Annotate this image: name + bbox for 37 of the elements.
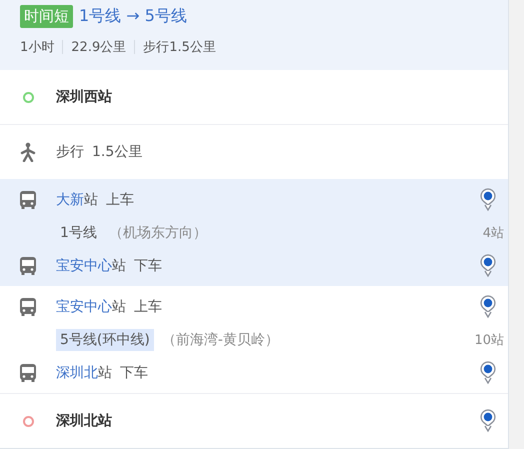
route-stat: 1小时 (20, 39, 54, 56)
station-name: 深圳西站 (56, 88, 112, 106)
station-name[interactable]: 深圳北站 (56, 364, 112, 382)
action-label: 上车 (134, 298, 162, 316)
stop-count: 10站 (473, 332, 505, 348)
action-label: 下车 (120, 364, 148, 382)
action-label: 下车 (134, 256, 162, 274)
station-name[interactable]: 宝安中心站 (56, 298, 126, 316)
bus-icon (19, 190, 37, 210)
bus-icon (19, 296, 37, 316)
map-pin-icon[interactable] (480, 254, 496, 278)
route-stat: 步行1.5公里 (143, 39, 216, 56)
walking-person-icon (19, 142, 37, 162)
line-direction: （前海湾-黄贝岭） (162, 330, 279, 348)
route-stat: 22.9公里 (71, 39, 126, 56)
map-pin-icon[interactable] (480, 360, 496, 384)
station-name: 深圳北站 (56, 412, 112, 430)
walk-label: 步行 (56, 143, 84, 161)
action-label: 上车 (106, 190, 134, 208)
end-marker-icon (22, 416, 34, 426)
fastest-badge: 时间短 (20, 4, 73, 28)
line-name[interactable]: 5号线(环中线) (56, 328, 154, 350)
line-direction: （机场东方向） (108, 224, 207, 242)
route-segment[interactable]: 宝安中心站 上车 5号线(环中线) （前海湾-黄贝岭） 10站 深圳北站 下车 (0, 286, 508, 393)
map-pin-icon[interactable] (480, 409, 496, 433)
start-marker-icon (22, 92, 34, 102)
map-pin-icon[interactable] (480, 294, 496, 318)
bus-icon (19, 362, 37, 382)
bus-icon (19, 256, 37, 276)
map-pin-icon[interactable] (480, 188, 496, 212)
station-name[interactable]: 宝安中心站 (56, 256, 126, 274)
line-name[interactable]: 1号线 (56, 222, 101, 244)
walk-distance: 1.5公里 (92, 143, 142, 161)
route-title: 1号线 → 5号线 (79, 6, 187, 26)
route-segment[interactable]: 大新站 上车 1号线 （机场东方向） 4站 宝安中心站 下车 (0, 179, 508, 286)
stop-count: 4站 (482, 224, 505, 242)
station-name[interactable]: 大新站 (56, 190, 98, 208)
